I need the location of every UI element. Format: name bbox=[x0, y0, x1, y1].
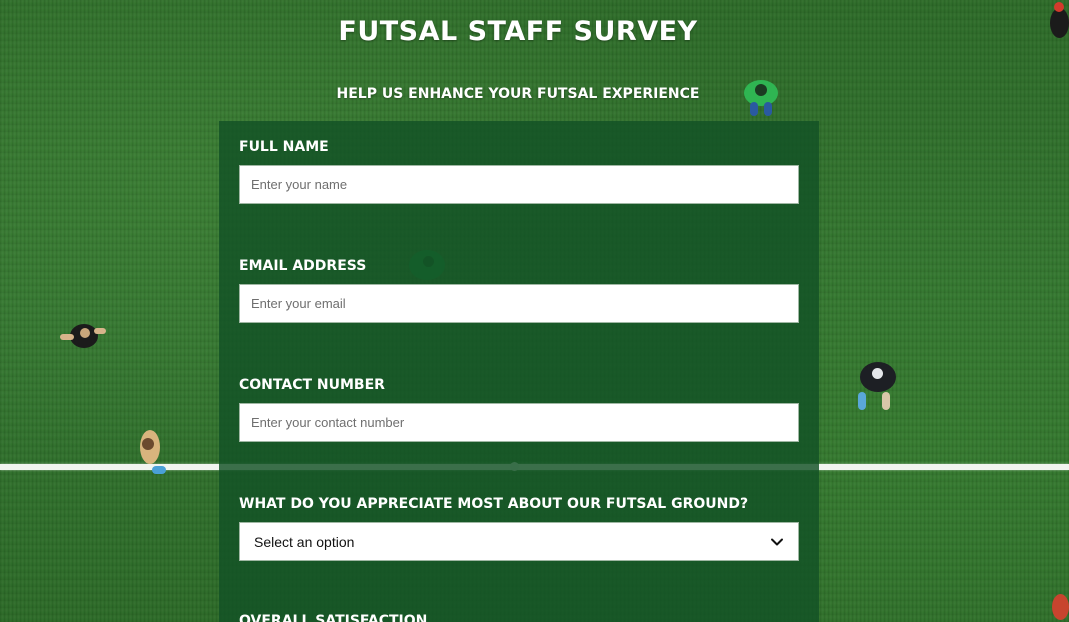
appreciate-select-value: Select an option bbox=[254, 533, 355, 550]
full-name-group: FULL NAME bbox=[239, 139, 799, 204]
appreciate-select[interactable]: Select an option bbox=[239, 522, 799, 561]
contact-input[interactable] bbox=[239, 403, 799, 442]
full-name-input[interactable] bbox=[239, 165, 799, 204]
player-figure bbox=[852, 356, 904, 414]
contact-group: CONTACT NUMBER bbox=[239, 377, 799, 442]
player-figure bbox=[60, 318, 108, 356]
page-title: FUTSAL STAFF SURVEY bbox=[338, 16, 698, 47]
email-input[interactable] bbox=[239, 284, 799, 323]
appreciate-label: WHAT DO YOU APPRECIATE MOST ABOUT OUR FU… bbox=[239, 496, 749, 512]
satisfaction-group: OVERALL SATISFACTION bbox=[239, 613, 799, 622]
full-name-label: FULL NAME bbox=[239, 139, 329, 155]
contact-label: CONTACT NUMBER bbox=[239, 377, 385, 393]
email-label: EMAIL ADDRESS bbox=[239, 258, 367, 274]
page-subtitle: HELP US ENHANCE YOUR FUTSAL EXPERIENCE bbox=[336, 86, 700, 102]
satisfaction-label: OVERALL SATISFACTION bbox=[239, 613, 428, 622]
player-figure bbox=[1046, 0, 1069, 46]
survey-form: FULL NAME EMAIL ADDRESS CONTACT NUMBER W… bbox=[219, 121, 819, 622]
appreciate-group: WHAT DO YOU APPRECIATE MOST ABOUT OUR FU… bbox=[239, 496, 799, 561]
chevron-down-icon bbox=[771, 538, 783, 545]
player-figure bbox=[132, 420, 172, 480]
email-group: EMAIL ADDRESS bbox=[239, 258, 799, 323]
player-figure bbox=[1050, 588, 1069, 622]
